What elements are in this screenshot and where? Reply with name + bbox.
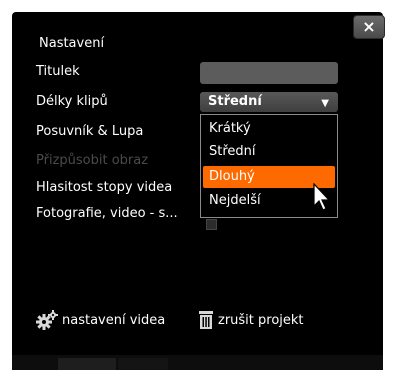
photo-video-checkbox[interactable] (206, 219, 217, 230)
clip-length-label: Délky klipů (36, 94, 108, 109)
chevron-down-icon: ▼ (321, 98, 329, 109)
video-settings-button[interactable]: nastavení videa (36, 310, 165, 330)
settings-panel: × Nastavení Titulek Délky klipů Střední … (12, 12, 385, 370)
trash-icon (199, 311, 213, 329)
dropdown-option-short[interactable]: Krátký (203, 118, 335, 140)
cancel-project-label: zrušit projekt (218, 312, 304, 328)
close-button[interactable]: × (353, 15, 385, 39)
title-label: Titulek (36, 64, 80, 79)
dropdown-option-medium[interactable]: Střední (203, 141, 335, 163)
cancel-project-button[interactable]: zrušit projekt (198, 310, 304, 330)
clip-length-selected-value: Střední (208, 94, 262, 109)
bottom-tab-strip (12, 355, 383, 370)
track-volume-label: Hlasitost stopy videa (36, 180, 173, 195)
bottom-tab[interactable] (118, 358, 168, 370)
video-settings-label: nastavení videa (62, 312, 166, 328)
gear-icon (36, 310, 58, 330)
mouse-pointer-icon (313, 183, 331, 211)
fit-image-label: Přizpůsobit obraz (36, 153, 149, 168)
photo-video-label: Fotografie, video - s... (36, 206, 178, 221)
panel-heading: Nastavení (39, 36, 105, 51)
slider-zoom-label: Posuvník & Lupa (36, 124, 144, 139)
title-input[interactable] (200, 62, 338, 84)
bottom-tab[interactable] (58, 358, 116, 370)
clip-length-select[interactable]: Střední ▼ (200, 92, 338, 112)
